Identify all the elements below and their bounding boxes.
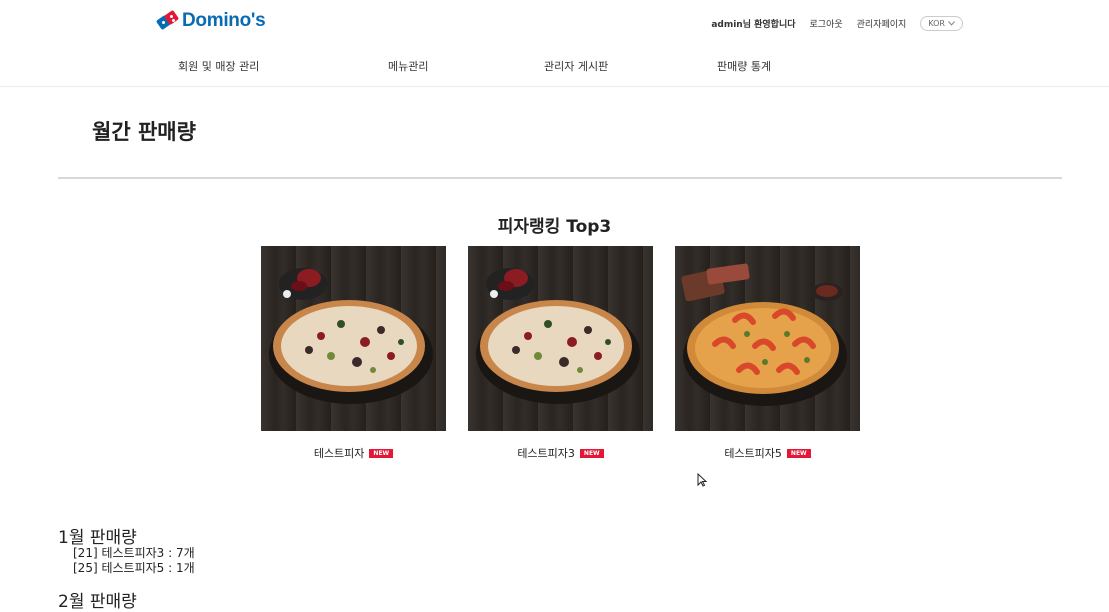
pizza-name: 테스트피자 [313,447,365,460]
ranking-card-3[interactable]: 테스트피자5 NEW [675,246,860,461]
pizza-name-row: 테스트피자5 NEW [675,445,860,461]
nav-item-menu[interactable]: 메뉴관리 [388,58,428,74]
pizza-name-row: 테스트피자3 NEW [468,445,653,461]
ranking-card-1[interactable]: 테스트피자 NEW [261,246,446,461]
dominos-logo[interactable]: Domino's [155,9,266,32]
language-selector[interactable]: KOR [920,16,963,31]
month-title-feb: 2월 판매량 [58,592,137,612]
domino-tile-icon [155,9,180,31]
nav-item-sales-stats[interactable]: 판매량 통계 [717,58,771,74]
nav-item-member-store[interactable]: 회원 및 매장 관리 [178,58,259,74]
sales-item: [21] 테스트피자3 : 7개 [73,546,195,560]
sales-item: [25] 테스트피자5 : 1개 [73,561,195,575]
mouse-cursor-icon [697,473,707,487]
ranking-title: 피자랭킹 Top3 [497,217,612,237]
pizza-image[interactable] [468,246,653,431]
logo-text: Domino's [182,10,266,31]
month-list-jan: [21] 테스트피자3 : 7개 [25] 테스트피자5 : 1개 [73,546,195,576]
nav-item-admin-board[interactable]: 관리자 게시판 [544,58,608,74]
site-header: Domino's admin님 환영합니다 로그아웃 관리자페이지 KOR 회원… [0,0,1109,87]
admin-page-link[interactable]: 관리자페이지 [857,17,907,30]
pizza-image[interactable] [261,246,446,431]
chevron-down-icon [948,21,955,26]
language-label: KOR [928,19,945,28]
welcome-text: admin님 환영합니다 [711,20,796,30]
pizza-image[interactable] [675,246,860,431]
new-badge: NEW [369,448,394,458]
pizza-name-row: 테스트피자 NEW [261,445,446,461]
month-title-jan: 1월 판매량 [58,528,137,548]
utility-menu: admin님 환영합니다 로그아웃 관리자페이지 KOR [711,16,963,31]
new-badge: NEW [579,448,604,458]
ranking-card-2[interactable]: 테스트피자3 NEW [468,246,653,461]
pizza-name: 테스트피자5 [724,447,782,460]
pizza-name: 테스트피자3 [517,447,575,460]
divider [58,177,1062,179]
new-badge: NEW [786,448,811,458]
logout-link[interactable]: 로그아웃 [810,17,843,30]
page-title: 월간 판매량 [92,120,196,144]
